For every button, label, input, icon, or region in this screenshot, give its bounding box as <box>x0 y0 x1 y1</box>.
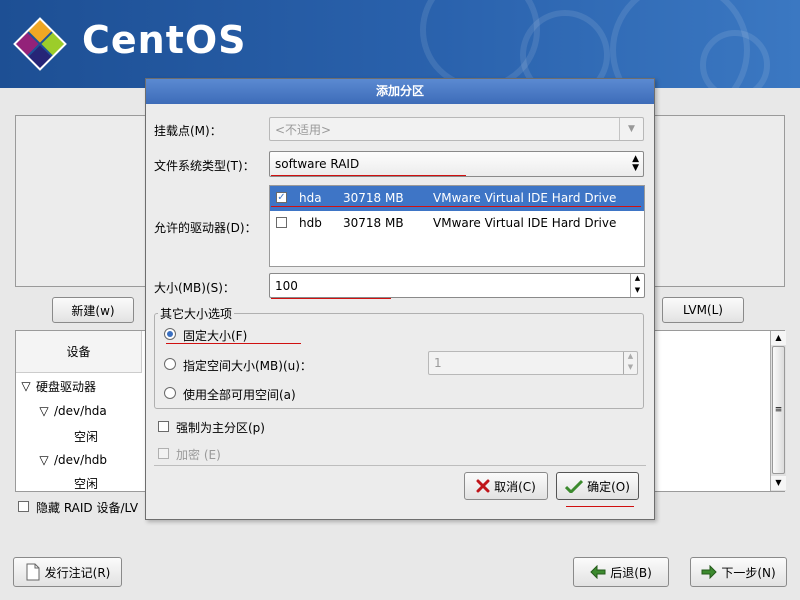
next-arrow-icon <box>701 565 718 579</box>
annotation-underline <box>271 206 641 207</box>
force-primary-checkbox[interactable] <box>158 421 169 432</box>
back-label: 后退(B) <box>610 565 652 580</box>
size-input[interactable]: 100 ▲ ▼ <box>269 273 645 298</box>
add-partition-dialog: 添加分区 挂载点(M)： <不适用> ▼ 文件系统类型(T)： software… <box>145 78 655 520</box>
upto-size-label: 指定空间大小(MB)(u)： <box>183 359 312 373</box>
drive-row-hda[interactable]: ✓ hda 30718 MB VMware Virtual IDE Hard D… <box>270 186 644 211</box>
lvm-button-label: LVM(L) <box>683 303 723 317</box>
expander-icon[interactable]: ▽ <box>16 379 36 393</box>
fs-type-value: software RAID <box>275 157 360 171</box>
tree-label: /dev/hdb <box>54 453 108 467</box>
upto-size-value: 1 <box>434 356 442 370</box>
tree-label: 空闲 <box>74 476 99 491</box>
drive-name: hdb <box>299 216 322 230</box>
annotation-underline <box>271 298 391 299</box>
size-label: 大小(MB)(S)： <box>154 281 235 295</box>
drive-checkbox[interactable]: ✓ <box>276 192 287 203</box>
fixed-size-radio[interactable] <box>164 328 176 340</box>
tree-row[interactable]: ▽ /dev/hda <box>34 400 107 422</box>
tree-row[interactable]: ▽ 硬盘驱动器 <box>16 375 96 397</box>
ok-button[interactable]: 确定(O) <box>556 472 639 500</box>
size-value: 100 <box>275 278 298 293</box>
fs-type-select[interactable]: software RAID ▲ ▼ <box>269 151 644 177</box>
drive-model: VMware Virtual IDE Hard Drive <box>433 216 617 230</box>
device-column-header[interactable]: 设备 <box>16 331 142 373</box>
tree-label: 硬盘驱动器 <box>36 379 97 394</box>
drives-label: 允许的驱动器(D)： <box>154 221 257 235</box>
lvm-button[interactable]: LVM(L) <box>662 297 744 323</box>
fixed-size-label: 固定大小(F) <box>183 329 248 343</box>
centos-logo-text: CentOS <box>82 18 247 62</box>
size-spinner[interactable]: ▲ ▼ <box>630 274 644 297</box>
expander-icon[interactable]: ▽ <box>34 453 54 467</box>
tree-row[interactable]: 空闲 <box>74 473 98 493</box>
force-primary-label: 强制为主分区(p) <box>176 421 265 435</box>
new-button-label: 新建(w) <box>71 303 115 318</box>
tree-scrollbar[interactable]: ▲ ≡ ▼ <box>770 331 786 491</box>
drives-list[interactable]: ✓ hda 30718 MB VMware Virtual IDE Hard D… <box>269 185 645 267</box>
scroll-up-icon[interactable]: ▲ <box>771 331 786 345</box>
updown-arrow-icon[interactable]: ▲ ▼ <box>632 155 639 173</box>
spin-down-icon[interactable]: ▼ <box>631 286 644 298</box>
annotation-underline <box>271 175 466 176</box>
upto-spinner[interactable]: ▲ ▼ <box>623 352 637 374</box>
fill-size-radio[interactable] <box>164 387 176 399</box>
fs-type-label: 文件系统类型(T)： <box>154 159 255 173</box>
tree-label: 空闲 <box>74 429 99 444</box>
cancel-label: 取消(C) <box>494 479 536 494</box>
cancel-x-icon <box>476 479 490 493</box>
drive-model: VMware Virtual IDE Hard Drive <box>433 191 617 205</box>
scroll-down-icon[interactable]: ▼ <box>771 476 786 490</box>
fill-size-label: 使用全部可用空间(a) <box>183 388 296 402</box>
drive-name: hda <box>299 191 322 205</box>
centos-banner: CentOS <box>0 0 800 88</box>
release-notes-button[interactable]: 发行注记(R) <box>13 557 122 587</box>
drive-size: 30718 MB <box>343 191 404 205</box>
release-notes-label: 发行注记(R) <box>44 565 111 580</box>
spin-up-icon[interactable]: ▲ <box>631 274 644 286</box>
scroll-thumb[interactable]: ≡ <box>772 346 785 474</box>
tree-row[interactable]: 空闲 <box>74 425 98 447</box>
device-header-label: 设备 <box>66 345 91 359</box>
cancel-button[interactable]: 取消(C) <box>464 472 548 500</box>
drive-checkbox[interactable] <box>276 217 287 228</box>
next-button[interactable]: 下一步(N) <box>690 557 787 587</box>
tree-row[interactable]: ▽ /dev/hdb <box>34 449 107 471</box>
size-options-title: 其它大小选项 <box>158 305 235 322</box>
expander-icon[interactable]: ▽ <box>34 404 54 418</box>
dialog-title: 添加分区 <box>146 79 654 104</box>
hide-raid-checkbox[interactable] <box>18 501 29 512</box>
spin-down-icon[interactable]: ▼ <box>624 363 637 374</box>
encrypt-label: 加密 (E) <box>176 448 221 462</box>
mount-point-combo[interactable]: <不适用> ▼ <box>269 117 644 141</box>
next-label: 下一步(N) <box>721 565 776 580</box>
ok-checkmark-icon <box>565 479 584 493</box>
ok-label: 确定(O) <box>587 479 630 494</box>
dropdown-arrow-icon[interactable]: ▼ <box>619 118 643 140</box>
centos-logo-icon <box>13 17 67 71</box>
mount-point-label: 挂载点(M)： <box>154 124 222 138</box>
annotation-underline <box>166 343 301 344</box>
back-arrow-icon <box>590 565 606 579</box>
upto-size-radio[interactable] <box>164 358 176 370</box>
new-button[interactable]: 新建(w) <box>52 297 134 323</box>
dialog-separator <box>154 465 646 466</box>
tree-label: /dev/hda <box>54 404 107 418</box>
mount-point-value: <不适用> <box>275 122 332 137</box>
hide-raid-label: 隐藏 RAID 设备/LV <box>36 501 139 515</box>
annotation-underline <box>566 506 634 507</box>
document-icon <box>26 563 40 581</box>
drive-size: 30718 MB <box>343 216 404 230</box>
back-button[interactable]: 后退(B) <box>573 557 669 587</box>
upto-size-input[interactable]: 1 ▲ ▼ <box>428 351 638 375</box>
spin-up-icon[interactable]: ▲ <box>624 352 637 363</box>
drive-row-hdb[interactable]: hdb 30718 MB VMware Virtual IDE Hard Dri… <box>270 211 644 235</box>
encrypt-checkbox[interactable] <box>158 448 169 459</box>
